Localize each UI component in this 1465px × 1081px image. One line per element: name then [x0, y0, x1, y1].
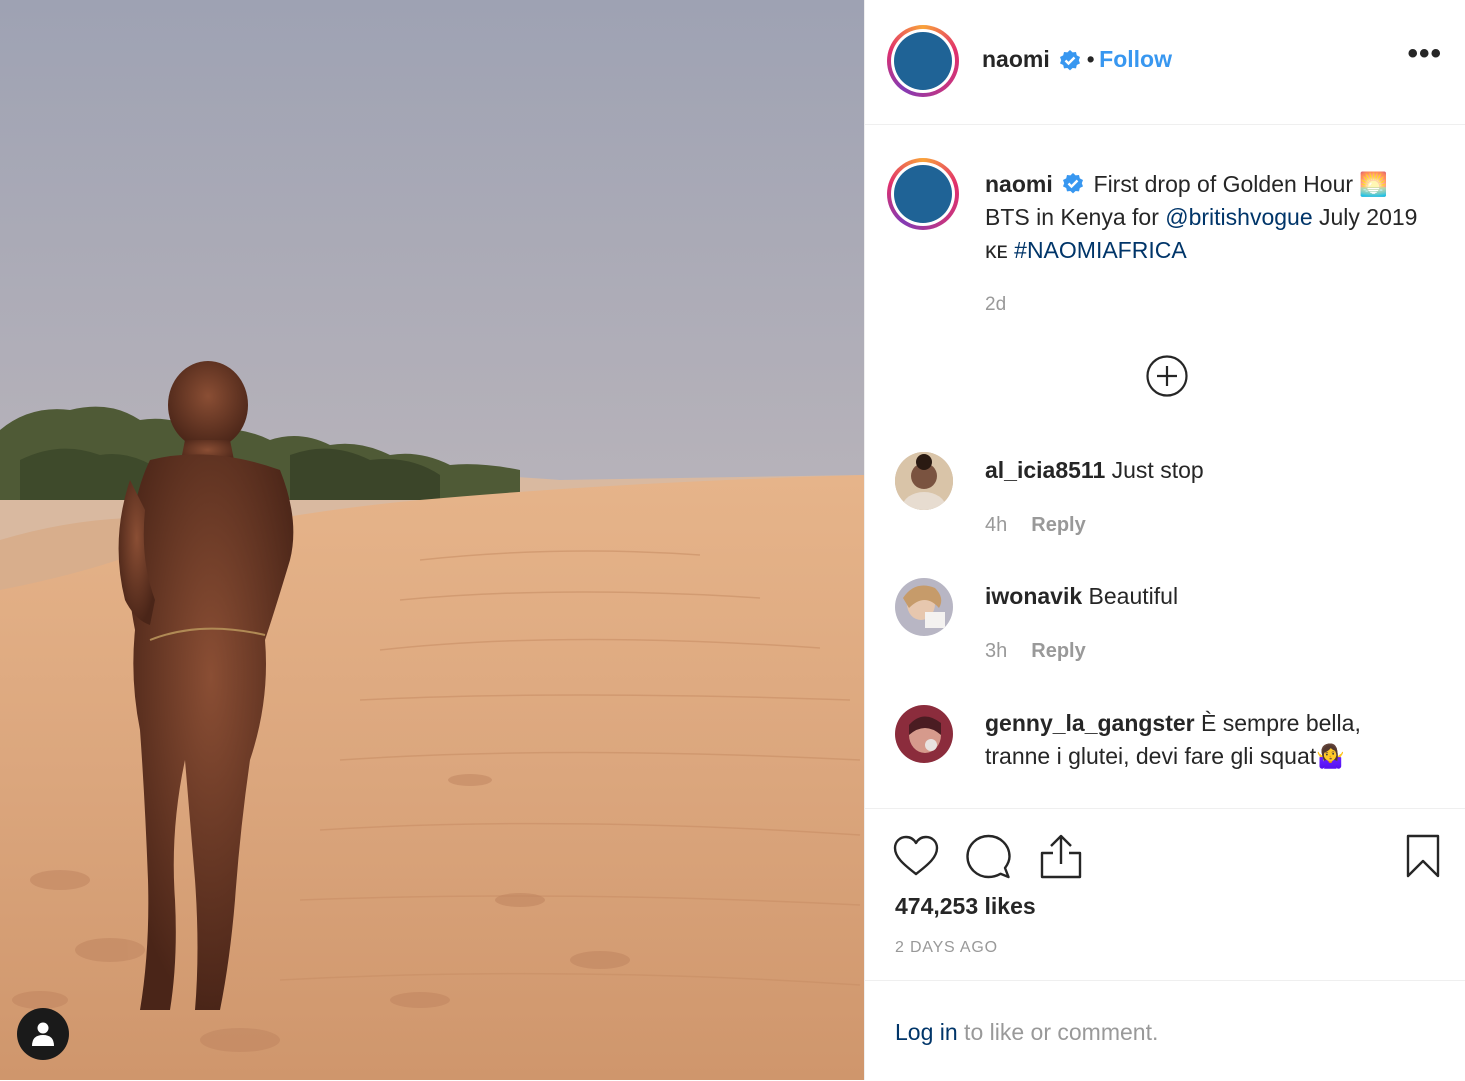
login-rest-text: to like or comment.: [957, 1019, 1159, 1045]
author-username[interactable]: naomi: [982, 46, 1050, 72]
load-more-comments-button[interactable]: [1145, 354, 1189, 403]
post-photo[interactable]: [0, 0, 864, 1080]
commenter-avatar[interactable]: [895, 578, 953, 636]
speech-bubble-icon: [966, 834, 1011, 879]
comment-username[interactable]: genny_la_gangster: [985, 710, 1195, 736]
comment-time[interactable]: 4h: [985, 514, 1007, 536]
like-button[interactable]: [893, 835, 939, 882]
comment-time[interactable]: 3h: [985, 640, 1007, 662]
login-link[interactable]: Log in: [895, 1019, 958, 1045]
post-caption: naomi First drop of Golden Hour 🌅 BTS in…: [985, 168, 1425, 267]
reply-button[interactable]: Reply: [1031, 514, 1085, 536]
caption-author-avatar[interactable]: [887, 158, 959, 230]
commenter-avatar[interactable]: [895, 705, 953, 763]
reply-button[interactable]: Reply: [1031, 640, 1085, 662]
post-actions: 474,253 likes 2 DAYS AGO: [865, 808, 1465, 981]
verified-badge-icon: [1063, 172, 1084, 194]
verified-badge-icon: [1060, 49, 1081, 71]
login-prompt-text: Log in to like or comment.: [895, 1019, 1158, 1046]
follow-button[interactable]: Follow: [1099, 46, 1172, 72]
comment-item: al_icia8511 Just stop 4h Reply: [895, 452, 1435, 542]
comment-meta: 4h Reply: [985, 514, 1086, 537]
comment-meta: 3h Reply: [985, 640, 1086, 663]
post-side-panel: naomi • Follow ••• naomi First drop of G…: [864, 0, 1465, 1080]
caption-username[interactable]: naomi: [985, 171, 1053, 197]
commenter-avatar[interactable]: [895, 452, 953, 510]
post-header: naomi • Follow •••: [865, 0, 1465, 125]
tagged-user-button[interactable]: [17, 1008, 69, 1060]
comment-text: Just stop: [1111, 457, 1204, 483]
author-avatar[interactable]: [887, 25, 959, 97]
comment-item: genny_la_gangster È sempre bella, tranne…: [895, 705, 1435, 795]
login-prompt: Log in to like or comment.: [865, 980, 1465, 1081]
header-user-line: naomi • Follow: [982, 46, 1172, 73]
bookmark-icon: [1406, 834, 1440, 878]
likes-count[interactable]: 474,253 likes: [895, 893, 1036, 920]
comment-button[interactable]: [965, 834, 1011, 885]
comment-body: genny_la_gangster È sempre bella, tranne…: [985, 707, 1425, 773]
heart-icon: [893, 835, 939, 876]
caption-mention-link[interactable]: @britishvogue: [1165, 204, 1312, 230]
share-icon: [1040, 834, 1082, 879]
share-button[interactable]: [1039, 833, 1083, 884]
comment-body: iwonavik Beautiful: [985, 580, 1425, 613]
user-icon: [32, 1022, 54, 1046]
header-separator: •: [1086, 46, 1095, 72]
comment-body: al_icia8511 Just stop: [985, 454, 1425, 487]
comment-text: Beautiful: [1088, 583, 1179, 609]
more-options-icon[interactable]: •••: [1407, 39, 1442, 69]
comment-item: iwonavik Beautiful 3h Reply: [895, 578, 1435, 668]
desert-photo-illustration: [0, 0, 864, 1080]
caption-timestamp[interactable]: 2d: [985, 294, 1006, 316]
save-button[interactable]: [1405, 833, 1441, 884]
comment-username[interactable]: al_icia8511: [985, 457, 1105, 483]
caption-hashtag-link[interactable]: #NAOMIAFRICA: [1014, 237, 1187, 263]
comment-username[interactable]: iwonavik: [985, 583, 1082, 609]
post-date[interactable]: 2 DAYS AGO: [895, 939, 998, 957]
plus-circle-icon: [1146, 355, 1188, 397]
